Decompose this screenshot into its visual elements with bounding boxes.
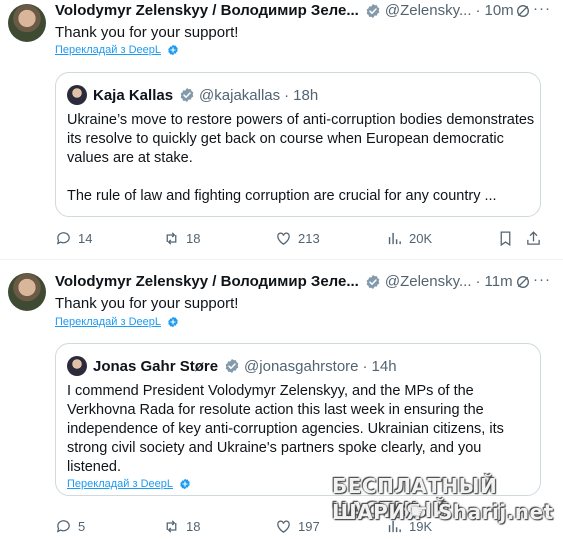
more-icon[interactable]: ···: [533, 0, 551, 17]
watermark-line-2-left: ШАРИЯ: [332, 500, 422, 524]
repost-count: 18: [186, 231, 201, 246]
timestamp[interactable]: 11m: [485, 273, 513, 290]
quote-author-handle: @jonasgahrstore: [244, 357, 359, 375]
deepl-badge-icon: [167, 44, 179, 56]
quote-timestamp: 14h: [371, 357, 397, 375]
watermark-hand-icon: ☛: [410, 501, 428, 523]
reply-icon: [56, 520, 70, 533]
separator-dot: ·: [475, 273, 481, 290]
separator-dot: ·: [284, 86, 290, 104]
quote-avatar: [67, 356, 87, 376]
bookmark-icon: [500, 231, 511, 247]
quote-header: Kaja Kallas @kajakallas · 18h: [67, 85, 318, 105]
timestamp[interactable]: 10m: [485, 2, 514, 19]
separator-dot: ·: [362, 357, 368, 375]
tweet-divider: [0, 259, 563, 260]
verified-badge-icon: [365, 3, 381, 19]
author-name[interactable]: Volodymyr Zelenskyy / Володимир Зеле...: [55, 2, 359, 19]
views-button[interactable]: 20K: [386, 230, 432, 247]
tweet-text: Thank you for your support!: [55, 295, 239, 312]
translate-link[interactable]: Перекладай з DeepL: [55, 44, 179, 56]
translate-label[interactable]: Перекладай з DeepL: [55, 44, 161, 56]
author-handle[interactable]: @Zelensky...: [385, 2, 472, 19]
share-icon: [527, 231, 540, 245]
like-count: 197: [298, 519, 320, 534]
grok-icon[interactable]: [515, 3, 531, 19]
like-button[interactable]: 197: [275, 518, 320, 535]
quoted-tweet[interactable]: Kaja Kallas @kajakallas · 18h Ukraine’s …: [55, 72, 541, 217]
separator-dot: ·: [475, 2, 481, 19]
repost-button[interactable]: 18: [163, 518, 200, 535]
quote-text: Ukraine’s move to restore powers of anti…: [67, 112, 535, 166]
bookmark-button[interactable]: [497, 230, 520, 247]
quote-translate-link[interactable]: Перекладай з DeepL: [67, 478, 191, 490]
verified-badge-icon: [365, 274, 381, 290]
tweet-1[interactable]: Volodymyr Zelenskyy / Володимир Зеле... …: [0, 0, 563, 258]
quote-author-name: Jonas Gahr Støre: [93, 357, 219, 375]
watermark-line-2-right: Sharij.net: [438, 500, 554, 524]
verified-badge-icon: [179, 87, 195, 103]
quote-text: I commend President Volodymyr Zelenskyy,…: [67, 383, 504, 475]
tweet-header: Volodymyr Zelenskyy / Володимир Зеле... …: [55, 2, 514, 19]
quote-header: Jonas Gahr Støre @jonasgahrstore · 14h: [67, 356, 397, 376]
deepl-badge-icon: [179, 478, 191, 490]
tweet-text: Thank you for your support!: [55, 24, 239, 41]
deepl-badge-icon: [167, 316, 179, 328]
quote-timestamp: 18h: [293, 86, 319, 104]
author-handle[interactable]: @Zelensky...: [385, 273, 472, 290]
avatar[interactable]: [8, 273, 46, 311]
like-icon: [277, 232, 290, 245]
more-icon[interactable]: ···: [533, 271, 551, 288]
like-count: 213: [298, 231, 320, 246]
repost-icon: [166, 520, 177, 533]
translate-label[interactable]: Перекладай з DeepL: [67, 478, 173, 490]
repost-count: 18: [186, 519, 201, 534]
avatar[interactable]: [8, 4, 46, 42]
verified-badge-icon: [224, 358, 240, 374]
tweet-header: Volodymyr Zelenskyy / Володимир Зеле... …: [55, 273, 513, 290]
repost-icon: [166, 232, 177, 245]
action-bar: 14 18 213 20K: [55, 230, 550, 250]
quote-text-continued: The rule of law and fighting corruption …: [67, 188, 497, 204]
translate-label[interactable]: Перекладай з DeepL: [55, 316, 161, 328]
reply-count: 5: [78, 519, 86, 534]
reply-button[interactable]: 5: [55, 518, 85, 535]
reply-count: 14: [78, 231, 93, 246]
grok-icon[interactable]: [515, 274, 531, 290]
author-name[interactable]: Volodymyr Zelenskyy / Володимир Зеле...: [55, 273, 359, 290]
views-icon: [388, 232, 401, 245]
translate-link[interactable]: Перекладай з DeepL: [55, 316, 179, 328]
reply-button[interactable]: 14: [55, 230, 92, 247]
quote-avatar: [67, 85, 87, 105]
quote-author-name: Kaja Kallas: [93, 86, 174, 104]
reply-icon: [56, 232, 70, 245]
views-count: 20K: [409, 231, 433, 246]
quote-author-handle: @kajakallas: [199, 86, 281, 104]
share-button[interactable]: [525, 230, 548, 247]
like-button[interactable]: 213: [275, 230, 320, 247]
like-icon: [277, 520, 290, 533]
repost-button[interactable]: 18: [163, 230, 200, 247]
